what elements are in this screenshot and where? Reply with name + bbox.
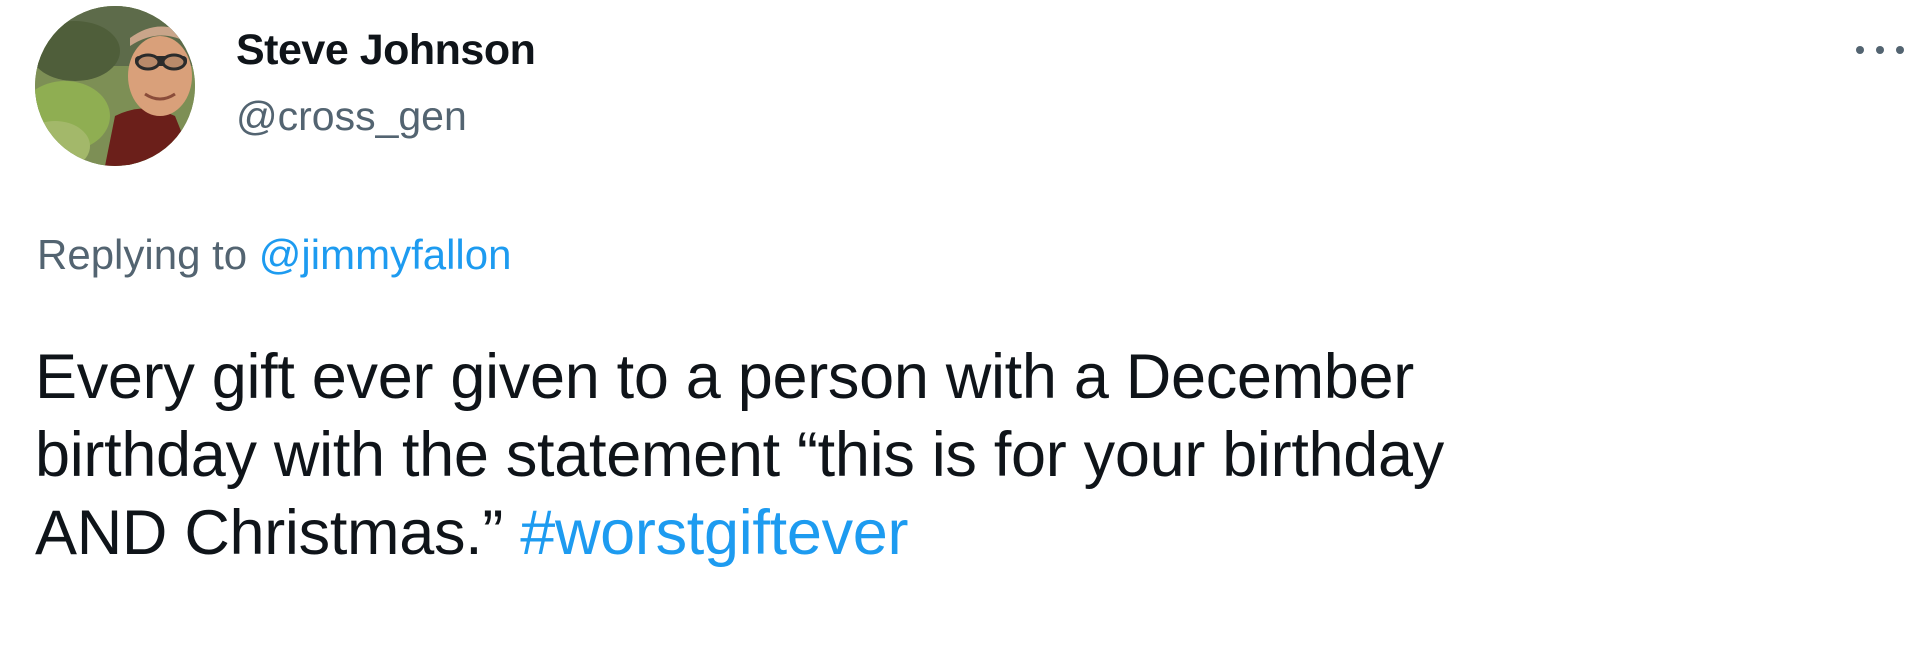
tweet-text-line: Every gift ever given to a person with a… <box>35 342 1414 412</box>
hashtag-link[interactable]: #worstgiftever <box>520 498 908 568</box>
more-horizontal-icon <box>1896 46 1904 54</box>
display-name[interactable]: Steve Johnson <box>236 22 536 78</box>
user-info: Steve Johnson @cross_gen <box>236 22 536 144</box>
user-handle[interactable]: @cross_gen <box>236 88 535 144</box>
replying-to-label: Replying to <box>37 231 259 278</box>
more-horizontal-icon <box>1856 46 1864 54</box>
reply-mention-link[interactable]: @jimmyfallon <box>259 231 512 278</box>
avatar[interactable] <box>35 6 195 166</box>
tweet: Steve Johnson @cross_gen Replying to @ji… <box>0 0 1920 647</box>
tweet-text: Every gift ever given to a person with a… <box>35 338 1895 572</box>
more-horizontal-icon <box>1876 46 1884 54</box>
avatar-photo <box>35 6 195 166</box>
replying-to: Replying to @jimmyfallon <box>37 227 511 283</box>
tweet-text-line: AND Christmas.” #worstgiftever <box>35 494 1895 572</box>
tweet-text-fragment: AND Christmas.” <box>35 498 521 568</box>
tweet-text-line: birthday with the statement “this is for… <box>35 420 1444 490</box>
more-options-button[interactable] <box>1850 38 1910 62</box>
